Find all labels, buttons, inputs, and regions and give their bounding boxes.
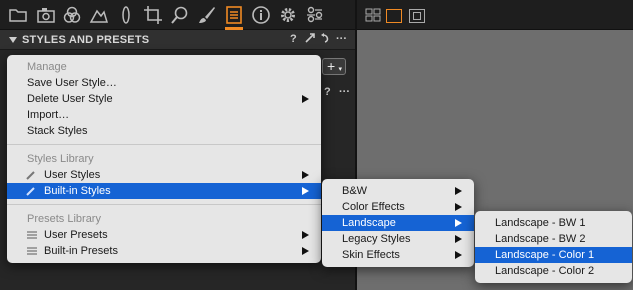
built-in-styles-submenu: B&W Color Effects Landscape Legacy Style…	[322, 179, 474, 267]
landscape-submenu: Landscape - BW 1 Landscape - BW 2 Landsc…	[475, 211, 632, 283]
chevron-down-icon: ▾	[338, 66, 342, 73]
menu-item-label: Landscape - BW 2	[495, 233, 586, 245]
submenu-item-bw[interactable]: B&W	[322, 183, 474, 199]
menu-item-label: Delete User Style	[27, 93, 113, 105]
add-icon: +	[327, 58, 336, 74]
collapse-triangle-icon[interactable]	[9, 37, 17, 43]
menu-item-user-presets[interactable]: User Presets	[7, 227, 321, 243]
brush-icon[interactable]	[197, 5, 217, 25]
menu-header-styles-library: Styles Library	[7, 151, 321, 167]
submenu-item-landscape[interactable]: Landscape	[322, 215, 474, 231]
crop-icon[interactable]	[143, 5, 163, 25]
submenu-arrow-icon	[455, 219, 462, 227]
info-icon[interactable]	[251, 5, 271, 25]
fullscreen-view-icon[interactable]	[409, 9, 425, 23]
pencil-icon	[26, 171, 35, 180]
help-icon[interactable]: ?	[290, 33, 297, 45]
submenu-arrow-icon	[455, 235, 462, 243]
menu-item-label: User Styles	[44, 169, 101, 181]
menu-item-label: Legacy Styles	[342, 233, 411, 245]
menu-item-label: Color Effects	[342, 201, 405, 213]
styles-context-menu: Manage Save User Style… Delete User Styl…	[7, 55, 321, 263]
menu-item-label: Built-in Presets	[44, 245, 118, 257]
submenu-arrow-icon	[302, 247, 309, 255]
style-item-landscape-color-1[interactable]: Landscape - Color 1	[475, 247, 632, 263]
menu-separator	[7, 204, 321, 205]
grid-view-icon[interactable]	[365, 8, 381, 22]
menu-item-import[interactable]: Import…	[7, 107, 321, 123]
list-icon	[27, 247, 37, 255]
color-circles-icon[interactable]	[62, 5, 82, 25]
menu-item-label: B&W	[342, 185, 368, 197]
main-toolbar	[0, 0, 633, 30]
search-icon[interactable]	[170, 5, 190, 25]
menu-item-label: Landscape - Color 2	[495, 265, 595, 277]
menu-item-label: User Presets	[44, 229, 108, 241]
expand-icon[interactable]	[305, 33, 315, 46]
menu-item-stack-styles[interactable]: Stack Styles	[7, 123, 321, 139]
style-item-landscape-bw-2[interactable]: Landscape - BW 2	[475, 231, 632, 247]
submenu-arrow-icon	[455, 187, 462, 195]
menu-item-save-user-style[interactable]: Save User Style…	[7, 75, 321, 91]
menu-item-label: Landscape	[342, 217, 396, 229]
menu-item-label: Skin Effects	[342, 249, 400, 261]
menu-item-built-in-presets[interactable]: Built-in Presets	[7, 243, 321, 259]
menu-item-label: Import…	[27, 109, 70, 121]
more-options-icon[interactable]: ···	[336, 33, 347, 45]
camera-icon[interactable]	[36, 5, 56, 25]
submenu-arrow-icon	[302, 231, 309, 239]
styles-list-icon[interactable]	[224, 5, 244, 25]
reset-icon[interactable]	[320, 33, 330, 46]
folder-icon[interactable]	[8, 5, 28, 25]
submenu-arrow-icon	[455, 203, 462, 211]
menu-item-label: Save User Style…	[27, 77, 117, 89]
batch-icon[interactable]	[305, 5, 325, 25]
list-icon	[27, 231, 37, 239]
menu-item-label: Landscape - Color 1	[495, 249, 595, 261]
menu-header-manage: Manage	[7, 59, 321, 75]
menu-header-label: Styles Library	[27, 153, 94, 165]
panel-title: STYLES AND PRESETS	[22, 34, 150, 46]
single-view-icon[interactable]	[386, 9, 402, 23]
menu-item-label: Built-in Styles	[44, 185, 111, 197]
submenu-item-legacy-styles[interactable]: Legacy Styles	[322, 231, 474, 247]
menu-header-label: Presets Library	[27, 213, 101, 225]
menu-item-label: Landscape - BW 1	[495, 217, 586, 229]
menu-header-label: Manage	[27, 61, 67, 73]
sub-more-icon[interactable]: ···	[339, 86, 350, 98]
panel-header[interactable]: STYLES AND PRESETS ? ···	[0, 30, 355, 50]
submenu-arrow-icon	[302, 187, 309, 195]
menu-separator	[7, 144, 321, 145]
gear-icon[interactable]	[278, 5, 298, 25]
lens-icon[interactable]	[116, 5, 136, 25]
menu-item-user-styles[interactable]: User Styles	[7, 167, 321, 183]
sub-help-icon[interactable]: ?	[324, 86, 331, 98]
add-style-button[interactable]: + ▾	[322, 58, 346, 75]
menu-header-presets-library: Presets Library	[7, 211, 321, 227]
menu-item-delete-user-style[interactable]: Delete User Style	[7, 91, 321, 107]
pencil-icon	[26, 187, 35, 196]
submenu-item-color-effects[interactable]: Color Effects	[322, 199, 474, 215]
submenu-arrow-icon	[302, 95, 309, 103]
submenu-arrow-icon	[455, 251, 462, 259]
style-item-landscape-color-2[interactable]: Landscape - Color 2	[475, 263, 632, 279]
menu-item-built-in-styles[interactable]: Built-in Styles	[7, 183, 321, 199]
style-item-landscape-bw-1[interactable]: Landscape - BW 1	[475, 215, 632, 231]
exposure-icon[interactable]	[89, 5, 109, 25]
menu-item-label: Stack Styles	[27, 125, 88, 137]
submenu-item-skin-effects[interactable]: Skin Effects	[322, 247, 474, 263]
submenu-arrow-icon	[302, 171, 309, 179]
